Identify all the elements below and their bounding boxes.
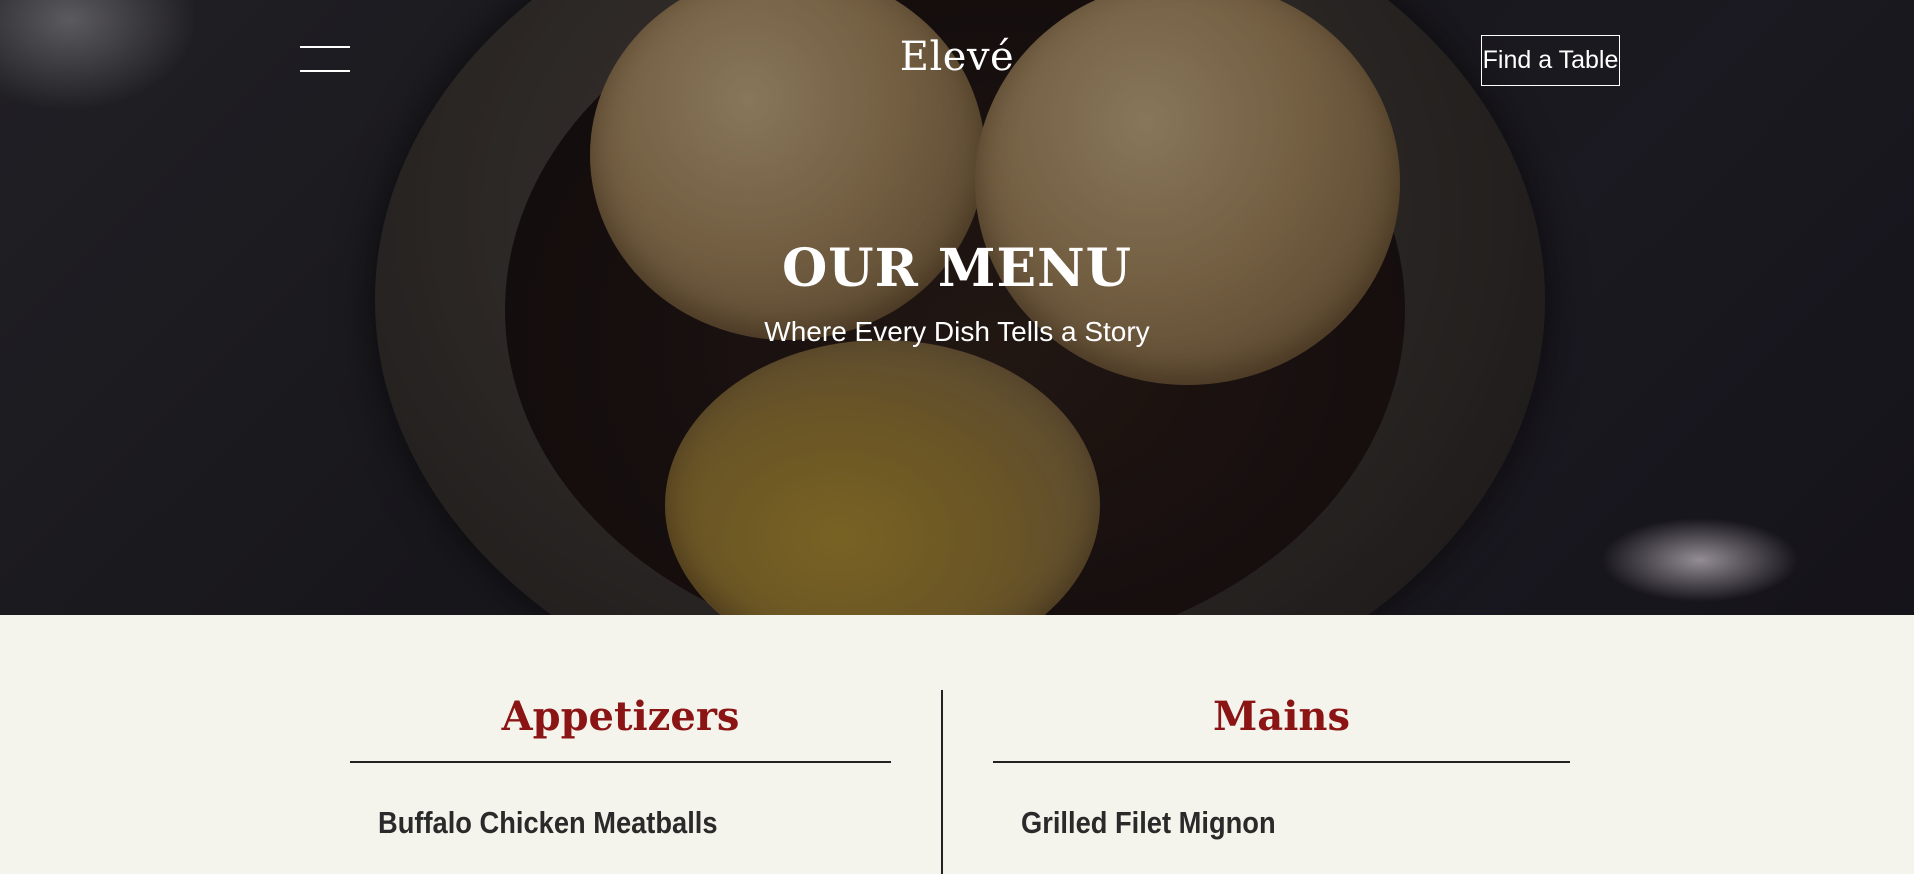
hero-banner: Elevé Find a Table OUR MENU Where Every … — [0, 0, 1914, 615]
menu-item-name: Buffalo Chicken Meatballs — [378, 805, 718, 840]
category-title: Appetizers — [501, 693, 740, 740]
menu-section: Appetizers Buffalo Chicken Meatballs Mai… — [0, 615, 1914, 874]
menu-item-description — [378, 865, 898, 874]
page-title: OUR MENU — [781, 238, 1133, 299]
menu-item-description — [1021, 865, 1541, 874]
hero-overlay — [0, 0, 1914, 615]
find-a-table-button[interactable]: Find a Table — [1481, 35, 1620, 86]
column-divider — [941, 690, 943, 874]
category-divider — [993, 761, 1570, 763]
category-divider — [350, 761, 891, 763]
category-title: Mains — [1213, 693, 1350, 740]
brand-logo[interactable]: Elevé — [0, 34, 1914, 80]
menu-item-name: Grilled Filet Mignon — [1021, 805, 1276, 840]
page-subtitle: Where Every Dish Tells a Story — [764, 316, 1150, 347]
